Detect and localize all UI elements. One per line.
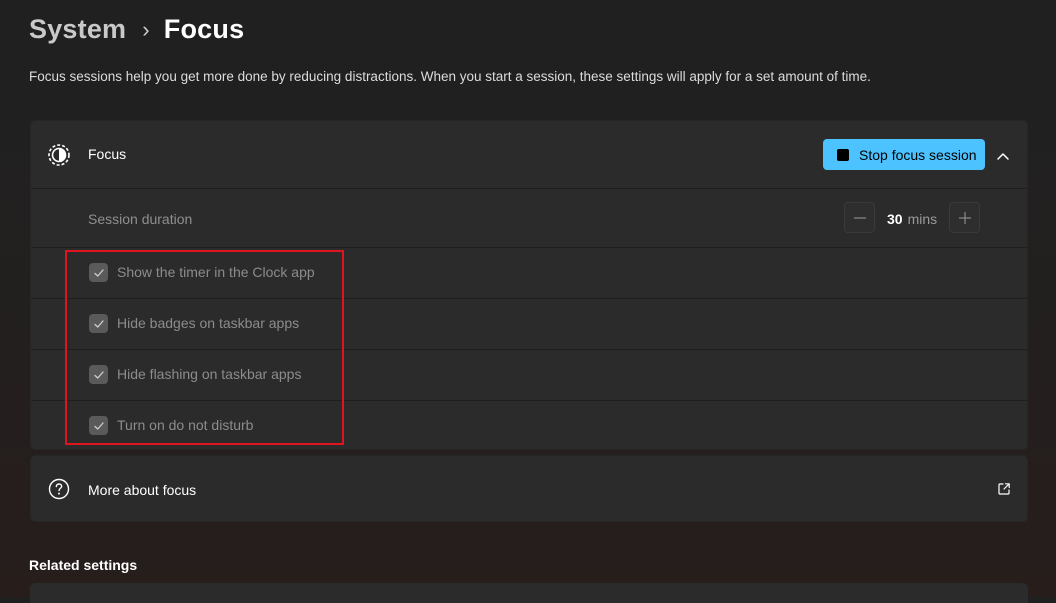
chevron-up-icon[interactable]	[993, 146, 1013, 166]
checkmark-icon	[93, 370, 104, 379]
duration-increase-button[interactable]	[949, 202, 980, 233]
option-row: Hide flashing on taskbar apps	[31, 349, 1027, 400]
breadcrumb-system[interactable]: System	[29, 14, 126, 45]
page-description: Focus sessions help you get more done by…	[29, 69, 871, 84]
external-link-icon[interactable]	[996, 481, 1012, 497]
option-label: Show the timer in the Clock app	[117, 264, 315, 280]
stop-icon	[837, 148, 849, 161]
focus-icon	[48, 144, 70, 166]
related-settings-card[interactable]	[30, 583, 1028, 603]
option-row: Hide badges on taskbar apps	[31, 298, 1027, 349]
option-row: Show the timer in the Clock app	[31, 247, 1027, 298]
breadcrumb-separator: ›	[142, 16, 150, 42]
more-about-focus-title: More about focus	[88, 482, 197, 498]
more-about-focus-card[interactable]: More about focus	[30, 455, 1028, 522]
hide-badges-checkbox[interactable]	[89, 314, 108, 333]
stop-focus-session-label: Stop focus session	[859, 146, 977, 163]
minus-icon	[853, 216, 866, 219]
session-duration-value: 30 mins	[887, 211, 937, 227]
checkmark-icon	[93, 421, 104, 430]
duration-unit: mins	[907, 211, 938, 227]
duration-number: 30	[887, 211, 903, 227]
option-label: Hide badges on taskbar apps	[117, 315, 300, 331]
session-duration-label: Session duration	[88, 211, 193, 227]
checkmark-icon	[93, 268, 104, 277]
breadcrumb: System › Focus	[29, 14, 244, 45]
divider	[31, 188, 1027, 189]
focus-card: Focus Stop focus session Session duratio…	[30, 120, 1028, 450]
stop-focus-session-button[interactable]: Stop focus session	[823, 139, 985, 170]
show-timer-checkbox[interactable]	[89, 263, 108, 282]
option-row: Turn on do not disturb	[31, 400, 1027, 451]
hide-flashing-checkbox[interactable]	[89, 365, 108, 384]
checkmark-icon	[93, 319, 104, 328]
related-settings-heading: Related settings	[29, 557, 138, 573]
plus-icon	[958, 211, 971, 224]
duration-decrease-button[interactable]	[844, 202, 875, 233]
focus-title: Focus	[88, 146, 127, 162]
option-label: Turn on do not disturb	[117, 417, 254, 433]
focus-card-header[interactable]: Focus Stop focus session	[31, 121, 1027, 188]
option-label: Hide flashing on taskbar apps	[117, 366, 302, 382]
help-icon	[48, 478, 70, 500]
page-title: Focus	[163, 14, 245, 44]
do-not-disturb-checkbox[interactable]	[89, 416, 108, 435]
